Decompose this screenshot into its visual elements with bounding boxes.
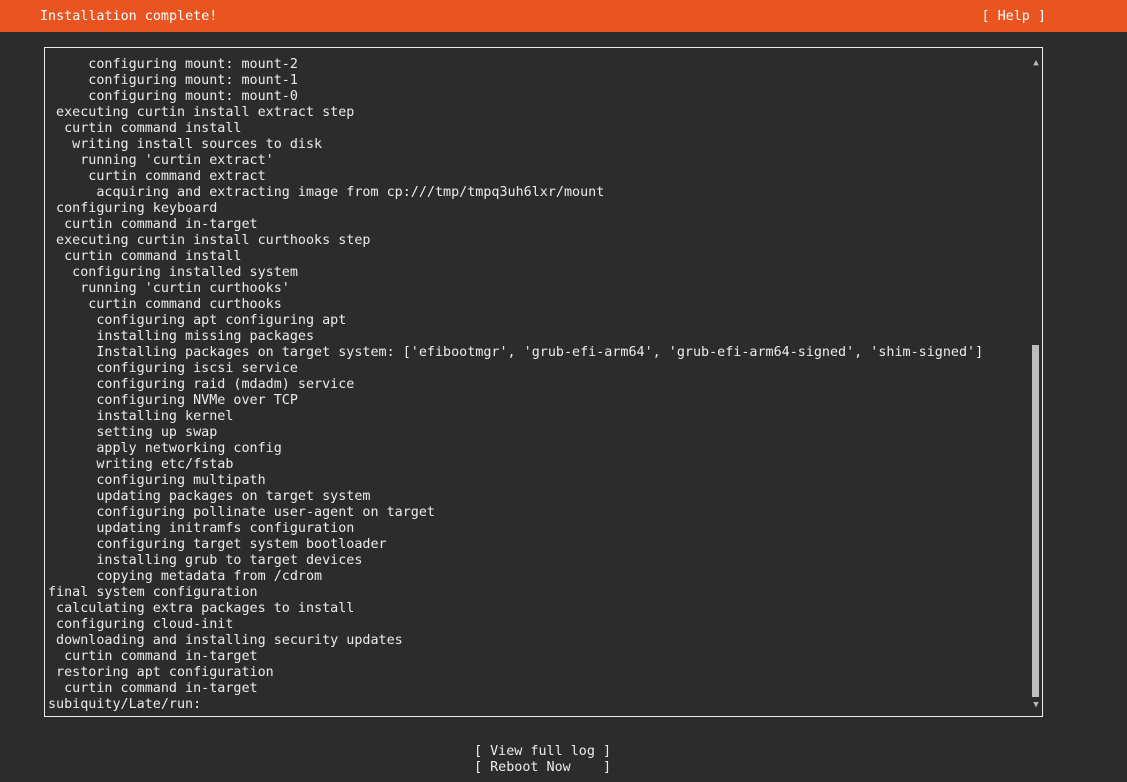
title-bar: Installation complete! [ Help ] bbox=[0, 0, 1127, 32]
log-line: executing curtin install curthooks step bbox=[48, 233, 371, 248]
log-line: curtin command in-target bbox=[48, 649, 258, 664]
log-line: configuring NVMe over TCP bbox=[48, 393, 298, 408]
log-line: configuring mount: mount-0 bbox=[48, 89, 298, 104]
log-line: updating initramfs configuration bbox=[48, 521, 355, 536]
reboot-now-button[interactable]: [ Reboot Now ] bbox=[474, 760, 614, 776]
log-line: configuring raid (mdadm) service bbox=[48, 377, 355, 392]
log-line: configuring pollinate user-agent on targ… bbox=[48, 505, 435, 520]
scroll-up-arrow-icon[interactable]: ▲ bbox=[1030, 57, 1042, 69]
install-log-panel[interactable]: configuring mount: mount-2 configuring m… bbox=[44, 47, 1043, 717]
log-line: installing kernel bbox=[48, 409, 234, 424]
log-line: restoring apt configuration bbox=[48, 665, 274, 680]
log-line: configuring iscsi service bbox=[48, 361, 298, 376]
scroll-down-arrow-icon[interactable]: ▼ bbox=[1030, 699, 1042, 711]
log-line: curtin command install bbox=[48, 121, 242, 136]
log-line: configuring installed system bbox=[48, 265, 298, 280]
log-line: writing install sources to disk bbox=[48, 137, 323, 152]
log-line: setting up swap bbox=[48, 425, 218, 440]
log-line: writing etc/fstab bbox=[48, 457, 234, 472]
action-buttons: [ View full log ] [ Reboot Now ] bbox=[474, 744, 614, 776]
log-line: running 'curtin curthooks' bbox=[48, 281, 290, 296]
install-log-lines: configuring mount: mount-2 configuring m… bbox=[48, 57, 1028, 717]
log-line: calculating extra packages to install bbox=[48, 601, 355, 616]
log-line: curtin command curthooks bbox=[48, 297, 282, 312]
log-line: updating packages on target system bbox=[48, 489, 371, 504]
log-line: configuring target system bootloader bbox=[48, 537, 387, 552]
help-button[interactable]: [ Help ] bbox=[982, 8, 1047, 25]
log-line: curtin command in-target bbox=[48, 217, 258, 232]
log-line: installing missing packages bbox=[48, 329, 315, 344]
log-line: running 'curtin extract' bbox=[48, 153, 274, 168]
view-full-log-button[interactable]: [ View full log ] bbox=[474, 744, 614, 760]
log-line: configuring mount: mount-2 bbox=[48, 57, 298, 72]
log-line: curtin command extract bbox=[48, 169, 266, 184]
log-line: configuring keyboard bbox=[48, 201, 218, 216]
log-line: final system configuration bbox=[48, 585, 258, 600]
log-line: configuring mount: mount-1 bbox=[48, 73, 298, 88]
log-line: executing curtin install extract step bbox=[48, 105, 355, 120]
log-line: curtin command in-target bbox=[48, 681, 258, 696]
log-line: installing grub to target devices bbox=[48, 553, 363, 568]
log-line: configuring multipath bbox=[48, 473, 266, 488]
log-line: downloading and installing security upda… bbox=[48, 633, 403, 648]
log-line: acquiring and extracting image from cp:/… bbox=[48, 185, 605, 200]
log-line: Installing packages on target system: ['… bbox=[48, 345, 984, 360]
log-line: subiquity/Late/run: bbox=[48, 697, 202, 712]
page-title: Installation complete! bbox=[40, 9, 218, 24]
log-line: configuring apt configuring apt bbox=[48, 313, 347, 328]
scrollbar-thumb[interactable] bbox=[1032, 345, 1039, 697]
log-line: copying metadata from /cdrom bbox=[48, 569, 323, 584]
log-line: apply networking config bbox=[48, 441, 282, 456]
log-scrollbar[interactable]: ▲ ▼ bbox=[1030, 48, 1042, 716]
log-line: curtin command install bbox=[48, 249, 242, 264]
log-line: configuring cloud-init bbox=[48, 617, 234, 632]
